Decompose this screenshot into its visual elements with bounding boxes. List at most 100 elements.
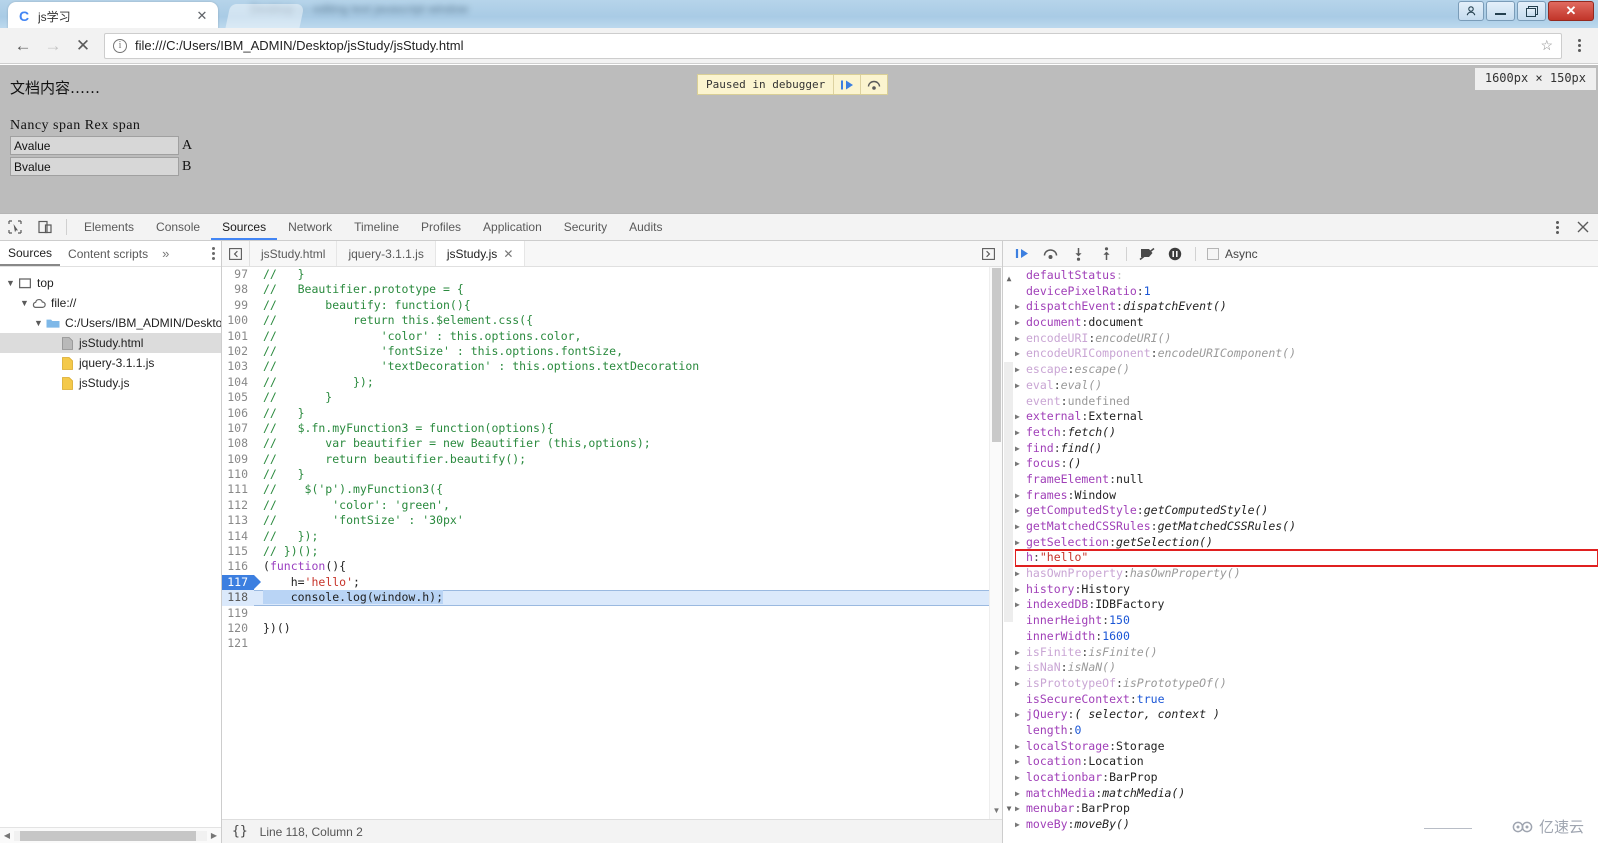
code-line[interactable]: 121 [222,636,1002,652]
expand-triangle-icon[interactable]: ▶ [1015,770,1026,786]
expand-triangle-icon[interactable]: ▶ [1015,519,1026,535]
line-number[interactable]: 109 [222,451,254,468]
source-tab-jquery-js[interactable]: jquery-3.1.1.js [337,241,436,266]
code-line[interactable]: 116 (function(){ [222,559,1002,575]
line-number[interactable]: 97 [222,267,254,283]
scope-vertical-scrollbar[interactable]: ▲ ▼ [1003,267,1015,843]
expand-triangle-icon[interactable]: ▶ [1015,441,1026,457]
expand-triangle-icon[interactable]: ▶ [1015,299,1026,315]
scope-property-row[interactable]: ▶ getSelection: getSelection() [1015,535,1598,551]
line-number[interactable]: 112 [222,497,254,514]
devtools-tab-elements[interactable]: Elements [73,214,145,240]
scope-property-row[interactable]: ▶event: undefined [1015,394,1598,410]
deactivate-breakpoints-button[interactable] [1134,243,1160,265]
line-number[interactable]: 108 [222,436,254,452]
scope-property-row[interactable]: ▶length: 0 [1015,723,1598,739]
resume-script-button[interactable] [1009,243,1035,265]
code-line[interactable]: 120})() [222,620,1002,637]
scope-property-row[interactable]: ▶ locationbar: BarProp [1015,770,1598,786]
scope-property-row[interactable]: ▶devicePixelRatio: 1 [1015,284,1598,300]
user-account-button[interactable] [1458,1,1484,21]
line-number[interactable]: 110 [222,467,254,483]
back-button[interactable]: ← [8,32,38,60]
scope-property-row[interactable]: ▶innerHeight: 150 [1015,613,1598,629]
expand-triangle-icon[interactable]: ▶ [1015,503,1026,519]
expand-triangle-icon[interactable]: ▶ [1015,378,1026,394]
code-line[interactable]: 100 // return this.$element.css({ [222,313,1002,329]
code-line[interactable]: 119 [222,605,1002,621]
expand-triangle-icon[interactable]: ▶ [1015,801,1026,817]
line-number[interactable]: 107 [222,420,254,437]
page-info-icon[interactable]: i [113,38,127,53]
expand-triangle-icon[interactable]: ▶ [1015,660,1026,676]
devtools-tab-application[interactable]: Application [472,214,553,240]
expand-triangle-icon[interactable]: ▶ [1015,488,1026,504]
input-a[interactable] [10,136,179,155]
async-checkbox[interactable] [1207,247,1219,260]
expand-triangle-icon[interactable]: ▶ [1015,456,1026,472]
scope-property-row[interactable]: ▶ document: document [1015,315,1598,331]
line-number[interactable]: 98 [222,282,254,298]
scope-property-row[interactable]: ▶ escape: escape() [1015,362,1598,378]
line-number[interactable]: 102 [222,343,254,360]
expand-triangle-icon[interactable]: ▶ [1015,566,1026,582]
navigator-more-tabs[interactable]: » [156,246,175,261]
code-line[interactable]: 113 // 'fontSize' : '30px' [222,513,1002,529]
address-bar[interactable]: i file:///C:/Users/IBM_ADMIN/Desktop/jsS… [104,32,1562,59]
code-line[interactable]: 108 // var beautifier = new Beautifier (t… [222,436,1002,452]
line-number[interactable]: 121 [222,636,254,652]
expand-triangle-icon[interactable]: ▶ [1015,676,1026,692]
scope-property-row[interactable]: ▶ history: History [1015,582,1598,598]
expand-triangle-icon[interactable]: ▶ [1015,645,1026,661]
scope-property-row[interactable]: ▶ jQuery: ( selector, context ) [1015,707,1598,723]
tab-close-icon[interactable]: ✕ [194,8,210,24]
devtools-tab-profiles[interactable]: Profiles [410,214,472,240]
expand-triangle-icon[interactable]: ▶ [1015,409,1026,425]
expand-triangle-icon[interactable]: ▶ [1015,582,1026,598]
code-editor[interactable]: 97 // } 98 // Beautifier.prototype = {99 // … [222,267,1002,819]
scope-property-row[interactable]: ▶ encodeURI: encodeURI() [1015,331,1598,347]
scroll-down-icon[interactable]: ▼ [1004,801,1014,813]
scope-property-row[interactable]: ▶ hasOwnProperty: hasOwnProperty() [1015,566,1598,582]
tree-node-file-protocol[interactable]: ▼ file:// [0,293,221,313]
expand-triangle-icon[interactable]: ▶ [1015,425,1026,441]
browser-tab[interactable]: C js学习 ✕ [8,2,218,30]
overlay-step-over-button[interactable] [860,75,887,94]
navigator-tab-sources[interactable]: Sources [0,241,61,266]
line-number[interactable]: 103 [222,359,254,375]
source-tab-jsstudy-html[interactable]: jsStudy.html [250,241,338,266]
code-line[interactable]: 99 // beautify: function(){ [222,297,1002,314]
toggle-device-toolbar-button[interactable] [30,214,60,240]
expand-triangle-icon[interactable]: ▶ [1015,817,1026,833]
scroll-down-icon[interactable]: ▼ [990,806,1002,819]
source-tab-jsstudy-js[interactable]: jsStudy.js ✕ [435,241,526,266]
devtools-more-button[interactable] [1546,214,1568,240]
scope-property-row[interactable]: ▶ fetch: fetch() [1015,425,1598,441]
scope-property-row[interactable]: ▶ indexedDB: IDBFactory [1015,597,1598,613]
line-number[interactable]: 106 [222,405,254,421]
expand-triangle-icon[interactable]: ▶ [1015,786,1026,802]
restore-button[interactable] [1517,1,1546,21]
scope-property-row[interactable]: ▶ eval: eval() [1015,378,1598,394]
devtools-tab-audits[interactable]: Audits [618,214,673,240]
code-line[interactable]: 117 h='hello'; [222,574,1002,591]
collapse-navigator-button[interactable] [222,241,250,266]
scope-property-row[interactable]: ▶ matchMedia: matchMedia() [1015,786,1598,802]
tree-node-jquery-js[interactable]: jquery-3.1.1.js [0,353,221,373]
scope-property-row[interactable]: ▶ isNaN: isNaN() [1015,660,1598,676]
code-line[interactable]: 103 // 'textDecoration' : this.options.te… [222,359,1002,375]
code-line[interactable]: 106 // } [222,405,1002,421]
navigator-horizontal-scrollbar[interactable]: ◀ ▶ [0,827,221,843]
twisty-icon[interactable]: ▼ [32,318,45,328]
line-number[interactable]: 119 [222,605,254,621]
devtools-tab-console[interactable]: Console [145,214,211,240]
twisty-icon[interactable]: ▼ [4,278,17,288]
input-b[interactable] [10,157,179,176]
close-window-button[interactable]: ✕ [1548,1,1594,21]
scope-property-row[interactable]: ▶innerWidth: 1600 [1015,629,1598,645]
forward-button[interactable]: → [38,32,68,60]
tree-node-jsstudy-html[interactable]: jsStudy.html [0,333,221,353]
expand-triangle-icon[interactable]: ▶ [1015,707,1026,723]
scroll-left-icon[interactable]: ◀ [0,831,14,840]
code-line[interactable]: 104 // }); [222,374,1002,391]
